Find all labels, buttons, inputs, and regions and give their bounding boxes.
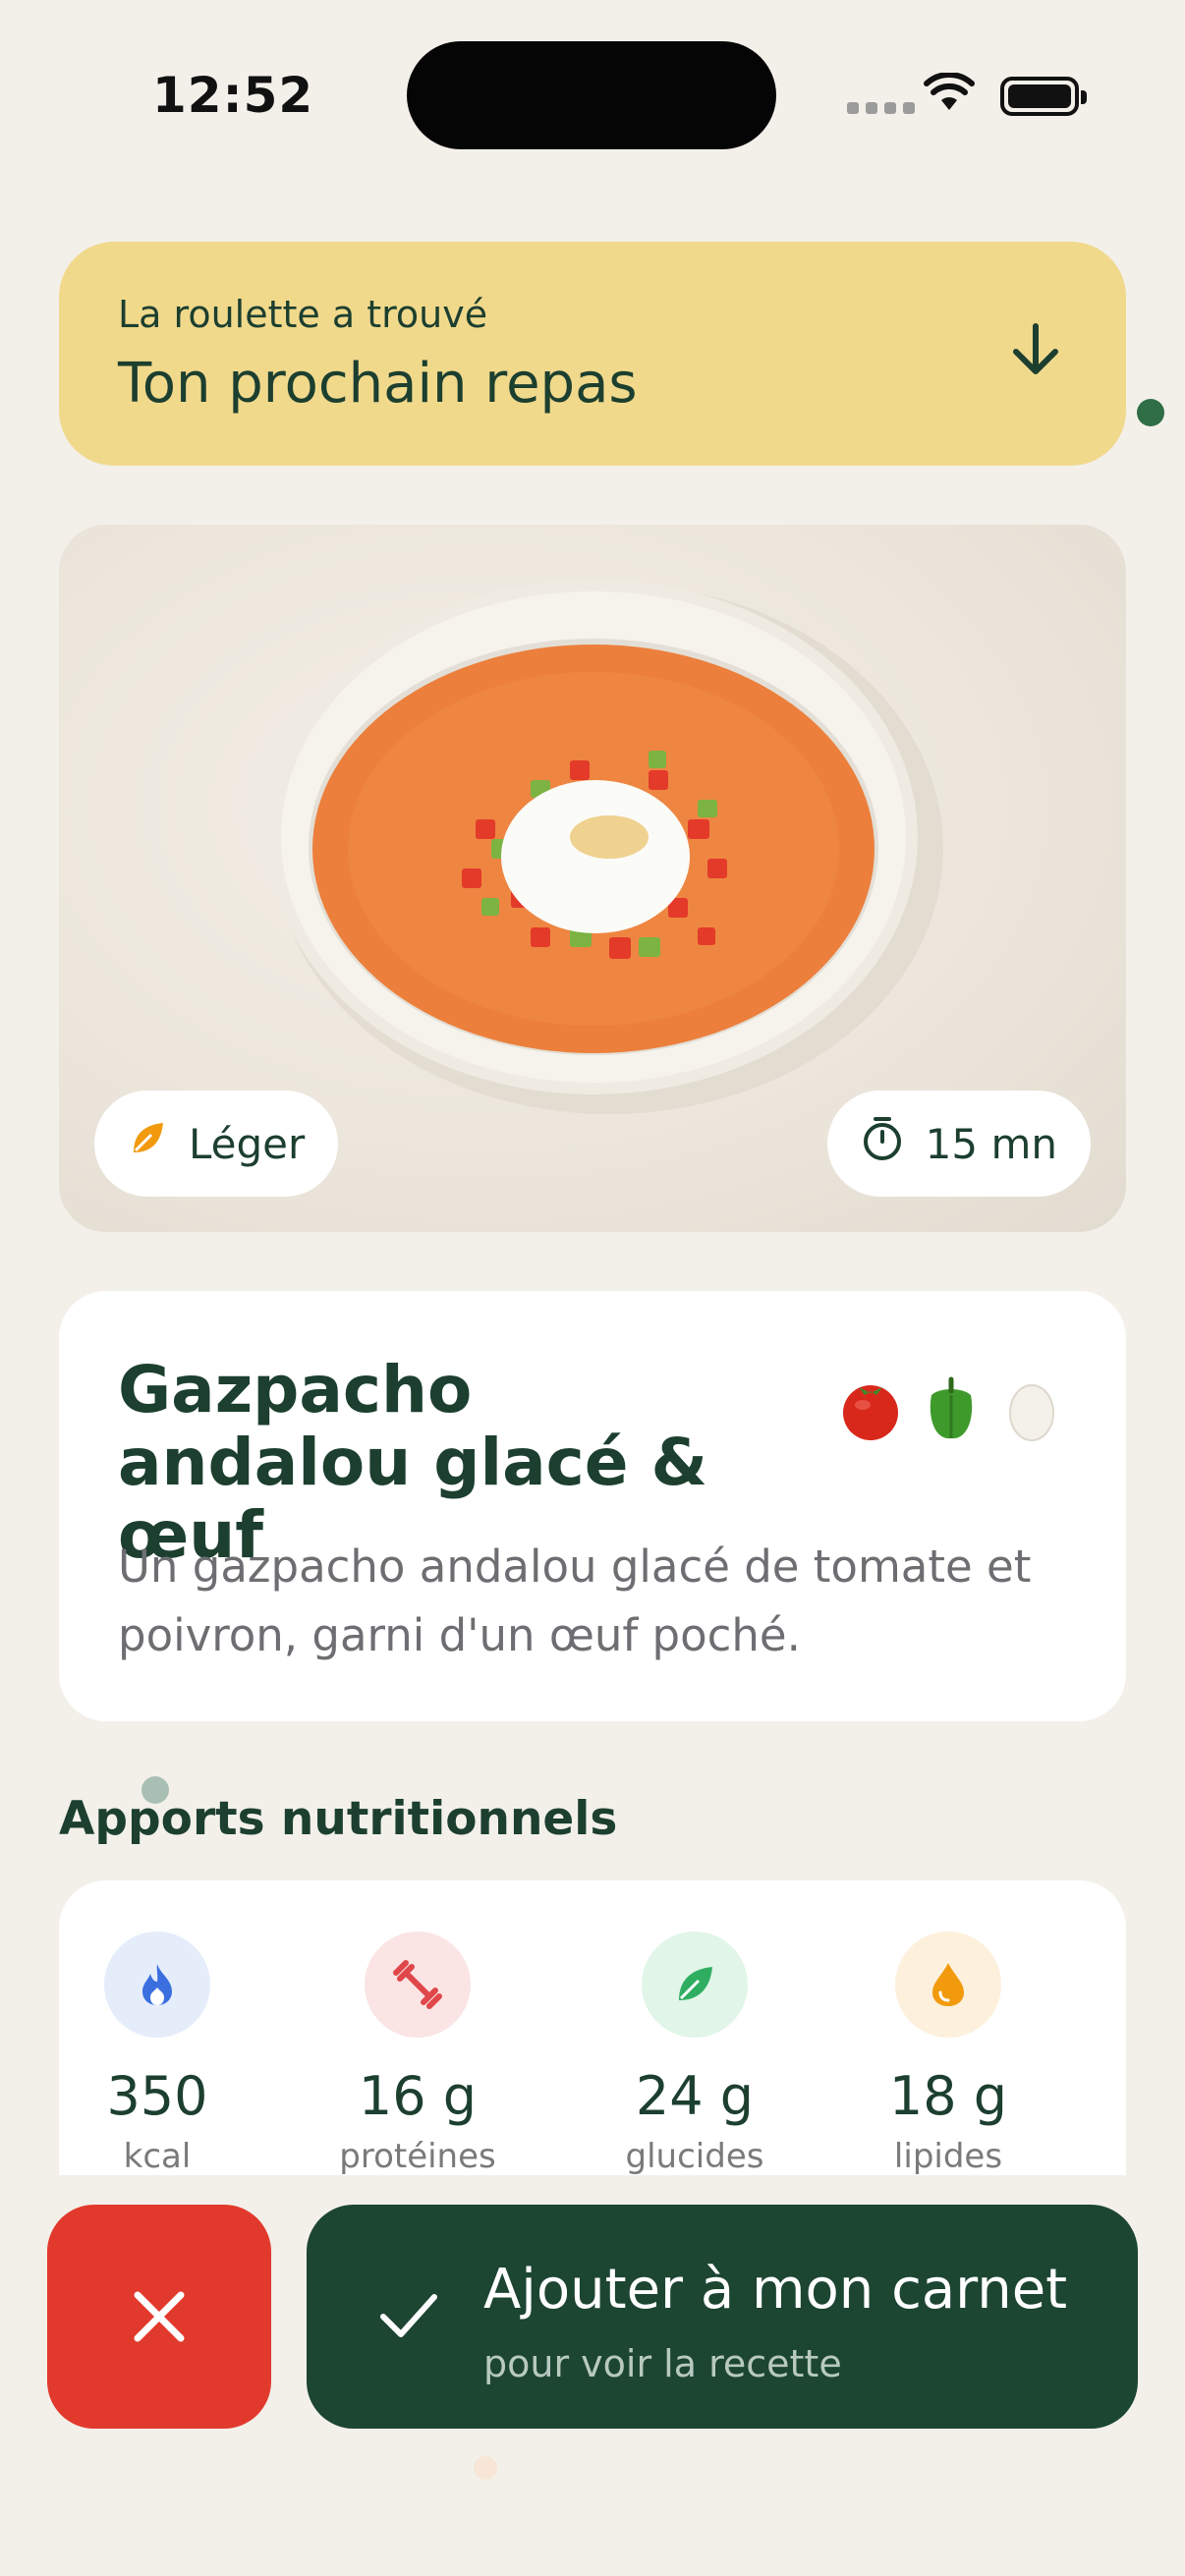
egg-icon [998, 1375, 1065, 1442]
nutrition-heading: Apports nutritionnels [59, 1792, 618, 1846]
decorative-dot [1137, 399, 1164, 426]
prep-time-label: 15 mn [925, 1119, 1057, 1168]
banner-subtitle: La roulette a trouvé [118, 293, 488, 336]
nutrition-label: lipides [893, 2137, 1003, 2175]
nutrition-value: 350 [106, 2065, 208, 2127]
prep-time-pill: 15 mn [826, 1091, 1091, 1197]
status-time: 12:52 [152, 67, 314, 124]
bell-pepper-icon [918, 1375, 985, 1442]
wifi-icon [924, 72, 975, 116]
leaf-icon [642, 1932, 748, 2038]
add-to-notebook-button[interactable]: Ajouter à mon carnet pour voir la recett… [307, 2205, 1138, 2429]
tag-pill-light: Léger [94, 1091, 339, 1197]
nutrition-item-kcal: 350 kcal [59, 1932, 255, 2175]
nutrition-item-carbs: 24 g glucides [596, 1932, 793, 2175]
add-button-subtitle: pour voir la recette [483, 2342, 842, 2385]
recipe-card[interactable]: Gazpacho andalou glacé & œuf Un gazpacho… [59, 1291, 1126, 1721]
flame-icon [104, 1932, 210, 2038]
nutrition-value: 18 g [888, 2065, 1008, 2127]
nutrition-item-proteins: 16 g protéines [319, 1932, 516, 2175]
roulette-banner[interactable]: La roulette a trouvé Ton prochain repas [59, 242, 1126, 466]
check-icon [377, 2283, 440, 2350]
nutrition-label: glucides [625, 2137, 764, 2175]
drop-icon [895, 1932, 1001, 2038]
nutrition-label: protéines [339, 2137, 496, 2175]
nutrition-item-fats: 18 g lipides [850, 1932, 1046, 2175]
add-button-title: Ajouter à mon carnet [483, 2258, 1068, 2322]
cellular-signal-icon [847, 102, 915, 114]
banner-title: Ton prochain repas [118, 352, 638, 416]
tomato-icon [837, 1375, 904, 1442]
recipe-description: Un gazpacho andalou glacé de tomate et p… [118, 1540, 1032, 1661]
nutrition-card: 350 kcal 16 g protéines 24 g glucides 18… [59, 1880, 1126, 2175]
nutrition-label: kcal [123, 2137, 192, 2175]
dynamic-island [407, 41, 776, 149]
tag-label: Léger [189, 1119, 306, 1168]
leaf-icon [128, 1119, 167, 1168]
arrow-down-icon[interactable] [1008, 320, 1063, 383]
nutrition-value: 24 g [635, 2065, 755, 2127]
nutrition-value: 16 g [358, 2065, 478, 2127]
decorative-dot [474, 2456, 497, 2480]
close-icon [134, 2291, 185, 2342]
reject-button[interactable] [47, 2205, 271, 2429]
recipe-photo: Léger 15 mn [59, 525, 1126, 1232]
battery-icon [1000, 77, 1087, 116]
timer-icon [861, 1115, 904, 1172]
dumbbell-icon [365, 1932, 471, 2038]
